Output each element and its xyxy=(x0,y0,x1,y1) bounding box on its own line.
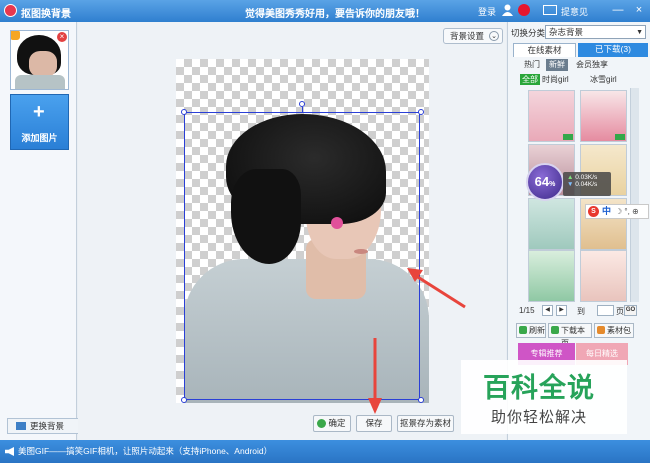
app-title: 抠图换背景 xyxy=(21,9,71,20)
subtab-bar: 热门 新鲜 会员独享 xyxy=(513,58,647,72)
refresh-button[interactable]: 刷新 xyxy=(516,323,546,338)
ime-mode-label[interactable]: 中 xyxy=(602,205,611,218)
speed-panel: ▲ 0.03K/s ▼ 0.04K/s xyxy=(563,172,611,196)
confirm-button[interactable]: 确定 xyxy=(313,415,351,432)
material-tile[interactable] xyxy=(580,250,627,302)
save-button[interactable]: 保存 xyxy=(356,415,392,432)
ime-tools-icons[interactable]: ☽ °, ⊕ xyxy=(615,205,639,218)
thumbnail-delete-button[interactable]: × xyxy=(57,32,67,42)
chevron-down-icon: ▼ xyxy=(636,29,643,36)
thumbnail-body xyxy=(15,75,65,89)
page-input[interactable] xyxy=(597,305,614,316)
subtab-fresh[interactable]: 新鲜 xyxy=(546,59,568,71)
material-tile[interactable] xyxy=(580,90,627,142)
change-background-label: 更换背景 xyxy=(30,421,65,431)
download-rate: 0.04K/s xyxy=(575,181,598,188)
upload-arrow-icon: ▲ xyxy=(567,174,574,181)
status-bar[interactable]: 美图GIF——搞笑GIF相机，让照片动起来（支持iPhone、Android） xyxy=(0,440,650,463)
add-photo-button[interactable]: + 添加图片 xyxy=(10,94,69,150)
resize-handle-bottom-right[interactable] xyxy=(418,397,424,403)
speed-unit: % xyxy=(549,181,556,188)
prev-page-button[interactable]: ◀ xyxy=(542,305,553,316)
go-button[interactable]: GO xyxy=(624,305,637,316)
page-indicator: 1/15 xyxy=(519,306,535,315)
status-ad-text[interactable]: 美图GIF——搞笑GIF相机，让照片动起来（支持iPhone、Android） xyxy=(18,446,272,456)
category-select[interactable]: 杂志背景 ▼ xyxy=(545,25,646,39)
subtab-hot[interactable]: 热门 xyxy=(521,59,543,71)
watermark: 百科全说 助你轻松解决 xyxy=(461,360,627,434)
download-page-button[interactable]: 下载本页 xyxy=(548,323,592,348)
speaker-icon xyxy=(5,447,14,456)
left-panel: × + 添加图片 xyxy=(0,22,77,440)
minimize-button[interactable]: — xyxy=(611,3,625,17)
sogou-icon: S xyxy=(588,206,599,217)
background-settings-dropdown[interactable]: 背景设置 ⌄ xyxy=(443,28,503,44)
watermark-title: 百科全说 xyxy=(483,373,595,404)
check-icon xyxy=(317,419,326,428)
new-badge-icon xyxy=(563,134,573,140)
scrollbar[interactable] xyxy=(630,88,639,302)
ime-toolbar[interactable]: S 中 ☽ °, ⊕ xyxy=(585,204,649,219)
rotate-handle-stem xyxy=(302,107,303,113)
upload-rate: 0.03K/s xyxy=(575,174,598,181)
switch-category-label: 切换分类 xyxy=(511,28,546,38)
feedback-link[interactable]: 提意见 xyxy=(561,5,588,18)
pager: 1/15 ◀ ▶ 到 页 GO xyxy=(519,305,637,317)
login-link[interactable]: 登录 xyxy=(478,5,496,18)
resize-handle-top-right[interactable] xyxy=(418,109,424,115)
filter-all[interactable]: 全部 xyxy=(520,74,540,85)
speed-value: 64 xyxy=(534,174,550,189)
material-tile[interactable] xyxy=(528,250,575,302)
resize-handle-top-left[interactable] xyxy=(181,109,187,115)
page-unit-label: 页 xyxy=(616,307,624,316)
refresh-icon xyxy=(519,326,527,334)
filter-ice-girl[interactable]: 冰雪girl xyxy=(590,74,617,85)
watermark-subtitle: 助你轻松解决 xyxy=(491,408,588,426)
filter-fashion-girl[interactable]: 时尚girl xyxy=(542,74,569,85)
tab-online-material[interactable]: 在线素材 xyxy=(513,43,576,57)
tab-downloaded[interactable]: 已下载(3) xyxy=(578,43,648,57)
material-pack-label: 素材包 xyxy=(607,326,631,335)
annotation-arrow-down xyxy=(368,338,382,414)
add-photo-label: 添加图片 xyxy=(21,133,58,143)
material-pack-button[interactable]: 素材包 xyxy=(594,323,634,338)
download-icon xyxy=(551,326,559,334)
confirm-label: 确定 xyxy=(328,418,346,428)
new-badge-icon xyxy=(615,134,625,140)
background-settings-label: 背景设置 xyxy=(450,31,485,41)
category-value: 杂志背景 xyxy=(549,27,584,37)
weibo-icon[interactable] xyxy=(518,4,530,16)
annotation-arrow-right xyxy=(407,268,466,309)
title-slogan: 觉得美图秀秀好用，要告诉你的朋友哦！ xyxy=(245,9,425,20)
user-icon[interactable] xyxy=(502,4,513,16)
resize-handle-bottom-left[interactable] xyxy=(181,397,187,403)
thumbnail-badge-icon xyxy=(11,31,20,40)
image-icon xyxy=(16,422,26,430)
title-bar: 抠图换背景 觉得美图秀秀好用，要告诉你的朋友哦！ 登录 提意见 — × xyxy=(0,0,650,22)
goto-label: 到 xyxy=(577,307,585,316)
network-speed-widget[interactable]: 64% xyxy=(526,163,564,201)
thumbnail-face xyxy=(29,51,57,77)
material-tile[interactable] xyxy=(528,198,575,250)
selection-box[interactable] xyxy=(184,112,420,400)
close-button[interactable]: × xyxy=(632,3,646,17)
package-icon xyxy=(597,326,605,334)
filter-bar: 全部 时尚girl 冰雪girl xyxy=(516,74,646,85)
save-as-material-button[interactable]: 抠景存为素材 xyxy=(397,415,454,432)
chevron-down-icon: ⌄ xyxy=(489,31,499,41)
download-arrow-icon: ▼ xyxy=(567,181,574,188)
plus-icon: + xyxy=(33,101,45,123)
subtab-vip[interactable]: 会员独享 xyxy=(573,59,611,71)
next-page-button[interactable]: ▶ xyxy=(556,305,567,316)
app-logo-icon xyxy=(4,4,17,17)
photo-thumbnail[interactable]: × xyxy=(10,30,69,90)
mail-icon[interactable] xyxy=(543,5,557,15)
refresh-label: 刷新 xyxy=(529,326,545,335)
material-tile[interactable] xyxy=(528,90,575,142)
